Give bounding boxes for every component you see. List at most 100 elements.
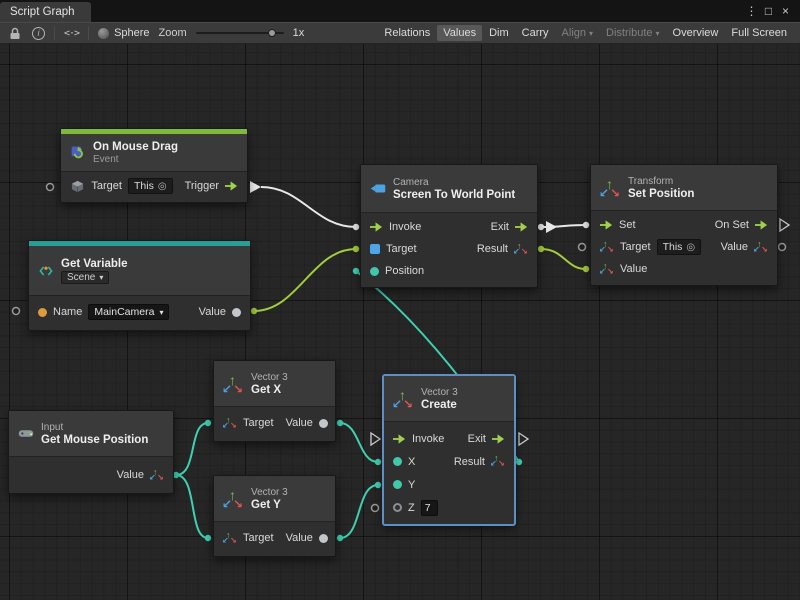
vector3-icon[interactable] [600, 263, 614, 276]
value-port[interactable] [319, 534, 328, 543]
dim-button[interactable]: Dim [483, 25, 515, 41]
wire-result-value[interactable] [541, 249, 586, 269]
getx-target-port[interactable] [205, 420, 211, 426]
wire-variable-target[interactable] [254, 249, 356, 311]
node-get-x[interactable]: Vector 3 Get X Target Value [213, 360, 336, 442]
node-screen-to-world-point[interactable]: Camera Screen To World Point Invoke Exit… [360, 164, 538, 288]
wire-getx-createx[interactable] [340, 423, 378, 462]
toolbar-separator [88, 26, 89, 40]
node-get-mouse-position[interactable]: Input Get Mouse Position Value [8, 410, 174, 494]
vector3-icon[interactable] [223, 532, 237, 545]
unconnected-flow-port[interactable] [519, 433, 528, 445]
node-title: Get Variable [61, 258, 127, 270]
exit-port-label: Exit [491, 221, 509, 233]
unconnected-port[interactable] [13, 308, 20, 315]
overview-button[interactable]: Overview [667, 25, 725, 41]
wire-gety-createy[interactable] [340, 485, 378, 538]
wire-mouse-getx[interactable] [176, 423, 208, 475]
value-port[interactable] [232, 308, 241, 317]
flow-arrow-icon[interactable] [225, 181, 238, 191]
y-port[interactable] [393, 480, 402, 489]
gety-value-port[interactable] [337, 535, 343, 541]
fullscreen-button[interactable]: Full Screen [725, 25, 793, 41]
vector3-icon [393, 389, 414, 409]
context-breadcrumb[interactable]: Sphere [98, 27, 149, 39]
unconnected-port[interactable] [372, 505, 379, 512]
vector-port[interactable] [370, 267, 379, 276]
z-port[interactable] [393, 503, 402, 512]
node-category: Vector 3 [421, 387, 458, 398]
carry-button[interactable]: Carry [516, 25, 555, 41]
vector3-icon[interactable] [514, 243, 528, 256]
vector3-icon[interactable] [600, 241, 614, 254]
close-icon[interactable]: × [777, 4, 794, 18]
vector3-icon[interactable] [150, 469, 164, 482]
vector3-icon[interactable] [491, 455, 505, 468]
zoom-slider-handle[interactable] [268, 29, 276, 37]
wire-trigger-invoke[interactable] [261, 187, 356, 227]
relations-button[interactable]: Relations [378, 25, 436, 41]
this-owner-chip[interactable]: This [657, 239, 702, 255]
lock-icon[interactable] [7, 25, 23, 41]
code-graph-icon[interactable] [64, 28, 79, 39]
tab-script-graph[interactable]: Script Graph [0, 2, 91, 22]
value-port[interactable] [319, 419, 328, 428]
this-owner-chip[interactable]: This [128, 178, 173, 194]
x-port-label: X [408, 456, 415, 468]
zoom-slider[interactable] [196, 26, 284, 40]
invoke-port[interactable] [353, 224, 359, 230]
wire-exit-set[interactable] [541, 225, 586, 227]
camera-position-port[interactable] [353, 268, 359, 274]
graph-canvas[interactable]: On Mouse Drag Event Target This Trigger [0, 44, 800, 600]
node-get-y[interactable]: Vector 3 Get Y Target Value [213, 475, 336, 557]
node-on-mouse-drag[interactable]: On Mouse Drag Event Target This Trigger [60, 128, 248, 203]
flow-arrow-icon[interactable] [492, 434, 505, 444]
wire-mouse-gety[interactable] [176, 475, 208, 538]
flow-arrow-icon[interactable] [393, 434, 406, 444]
create-x-port[interactable] [375, 459, 381, 465]
flow-arrow-icon[interactable] [600, 220, 613, 230]
context-label: Sphere [114, 27, 149, 39]
info-icon[interactable] [32, 27, 45, 40]
unconnected-port[interactable] [579, 244, 586, 251]
node-get-variable[interactable]: Get Variable Scene Name MainCamera [28, 240, 251, 331]
gety-target-port[interactable] [205, 535, 211, 541]
create-result-port[interactable] [516, 459, 522, 465]
transform-value-port[interactable] [583, 266, 589, 272]
camera-type-port[interactable] [370, 244, 380, 254]
value-port-label: Value [286, 417, 313, 429]
exit-port-label: Exit [468, 433, 486, 445]
result-port-label: Result [454, 456, 485, 468]
node-vector3-create[interactable]: Vector 3 Create Invoke Exit X Result [383, 375, 515, 525]
values-button[interactable]: Values [437, 25, 482, 41]
node-set-position[interactable]: Transform Set Position Set On Set Target… [590, 164, 778, 286]
variable-value-port[interactable] [251, 308, 257, 314]
flow-arrow-icon[interactable] [515, 222, 528, 232]
unconnected-port[interactable] [47, 184, 54, 191]
create-y-port[interactable] [375, 482, 381, 488]
getx-value-port[interactable] [337, 420, 343, 426]
string-port[interactable] [38, 308, 47, 317]
unconnected-port[interactable] [779, 244, 786, 251]
flow-arrow-icon[interactable] [755, 220, 768, 230]
camera-target-port[interactable] [353, 246, 359, 252]
x-port[interactable] [393, 457, 402, 466]
vector3-icon[interactable] [754, 241, 768, 254]
camera-result-port[interactable] [538, 246, 544, 252]
exit-port[interactable] [538, 224, 544, 230]
unconnected-flow-port[interactable] [371, 433, 380, 445]
vector3-icon[interactable] [223, 417, 237, 430]
align-label: Align [562, 27, 586, 39]
flow-arrow-icon[interactable] [370, 222, 383, 232]
z-value-input[interactable] [421, 500, 438, 516]
sphere-icon [98, 28, 109, 39]
unconnected-flow-port[interactable] [780, 219, 789, 231]
maximize-icon[interactable]: □ [760, 4, 777, 18]
chevron-down-icon [589, 27, 593, 39]
set-port[interactable] [583, 222, 589, 228]
variable-name-dropdown[interactable]: MainCamera [88, 304, 169, 320]
distribute-button[interactable]: Distribute [600, 25, 665, 41]
align-button[interactable]: Align [556, 25, 599, 41]
variable-scope-dropdown[interactable]: Scene [61, 271, 109, 284]
menu-icon[interactable]: ⋮ [743, 4, 760, 18]
